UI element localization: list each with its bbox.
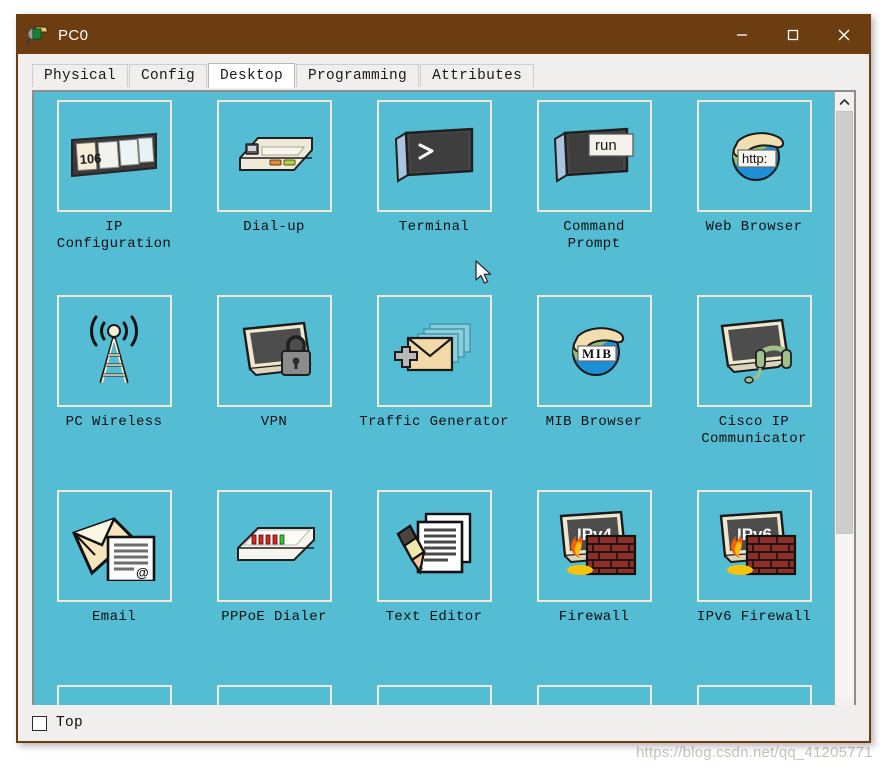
pc0-window: PC0 Physical Config Desktop Programming … bbox=[16, 14, 871, 743]
tab-physical[interactable]: Physical bbox=[32, 64, 129, 87]
chevron-up-icon bbox=[839, 98, 850, 105]
tab-desktop[interactable]: Desktop bbox=[208, 63, 296, 88]
firewall-ipv4-icon[interactable]: IPv4 bbox=[536, 490, 652, 602]
scroll-up-button[interactable] bbox=[835, 92, 854, 111]
desktop-item-label: IPv6 Firewall bbox=[696, 609, 812, 625]
desktop-item-label: Web Browser bbox=[705, 219, 803, 235]
title-bar[interactable]: PC0 bbox=[18, 16, 869, 54]
email-icon[interactable]: @ bbox=[56, 490, 172, 602]
desktop-item-email[interactable]: @ Email bbox=[34, 490, 194, 685]
svg-text:@: @ bbox=[136, 565, 149, 580]
svg-text:http:: http: bbox=[742, 151, 767, 166]
close-icon bbox=[838, 29, 849, 41]
text-editor-icon[interactable] bbox=[376, 490, 492, 602]
desktop-item-ipv6-firewall[interactable]: IPv6 IPv6 Firewall bbox=[674, 490, 834, 685]
minimize-icon bbox=[736, 34, 747, 36]
desktop-item-pc-wireless[interactable]: PC Wireless bbox=[34, 295, 194, 490]
desktop-item-terminal[interactable]: Terminal bbox=[354, 100, 514, 295]
maximize-icon bbox=[787, 29, 798, 41]
top-checkbox[interactable] bbox=[32, 715, 47, 731]
bottom-bar: Top bbox=[18, 705, 869, 741]
desktop-item-label: MIB Browser bbox=[545, 414, 643, 430]
top-checkbox-label: Top bbox=[56, 715, 84, 731]
packet-tracer-device-icon bbox=[26, 24, 50, 46]
terminal-icon[interactable] bbox=[376, 100, 492, 212]
desktop-item-text-editor[interactable]: Text Editor bbox=[354, 490, 514, 685]
watermark: https://blog.csdn.net/qq_41205771 bbox=[636, 744, 873, 761]
desktop-item-pppoe-dialer[interactable]: PPPoE Dialer bbox=[194, 490, 354, 685]
desktop-icon-grid: 106 IP Configuration Dial-up Terminal ru… bbox=[34, 92, 834, 717]
desktop-item-label: PC Wireless bbox=[65, 414, 163, 430]
desktop-icon-surface: 106 IP Configuration Dial-up Terminal ru… bbox=[34, 92, 834, 717]
desktop-item-label: Cisco IP Communicator bbox=[701, 414, 807, 447]
desktop-item-label: Dial-up bbox=[243, 219, 305, 235]
desktop-item-label: Email bbox=[91, 609, 136, 625]
desktop-item-label: Traffic Generator bbox=[359, 414, 509, 430]
desktop-item-web-browser[interactable]: http: Web Browser bbox=[674, 100, 834, 295]
desktop-item-firewall[interactable]: IPv4 Firewall bbox=[514, 490, 674, 685]
minimize-button[interactable] bbox=[716, 16, 767, 54]
desktop-item-label: IP Configuration bbox=[56, 219, 172, 252]
desktop-item-dial-up[interactable]: Dial-up bbox=[194, 100, 354, 295]
desktop-panel: 106 IP Configuration Dial-up Terminal ru… bbox=[32, 90, 856, 719]
firewall-ipv6-icon[interactable]: IPv6 bbox=[696, 490, 812, 602]
pc-wireless-icon[interactable] bbox=[56, 295, 172, 407]
window-title: PC0 bbox=[58, 26, 89, 44]
cisco-ip-communicator-icon[interactable] bbox=[696, 295, 812, 407]
svg-text:106: 106 bbox=[79, 151, 102, 167]
dial-up-modem-icon[interactable] bbox=[216, 100, 332, 212]
desktop-item-mib-browser[interactable]: MIB MIB Browser bbox=[514, 295, 674, 490]
scroll-track[interactable] bbox=[835, 111, 854, 698]
maximize-button[interactable] bbox=[767, 16, 818, 54]
desktop-item-vpn[interactable]: VPN bbox=[194, 295, 354, 490]
vpn-lock-icon[interactable] bbox=[216, 295, 332, 407]
web-browser-icon[interactable]: http: bbox=[696, 100, 812, 212]
scroll-thumb[interactable] bbox=[836, 111, 853, 534]
svg-text:run: run bbox=[595, 137, 617, 154]
svg-text:MIB: MIB bbox=[582, 346, 613, 361]
command-prompt-icon[interactable]: run bbox=[536, 100, 652, 212]
desktop-item-traffic-generator[interactable]: Traffic Generator bbox=[354, 295, 514, 490]
screenshot-root: https://blog.csdn.net/qq_41205771 PC0 Ph… bbox=[0, 0, 887, 773]
desktop-item-command-prompt[interactable]: run Command Prompt bbox=[514, 100, 674, 295]
traffic-generator-icon[interactable] bbox=[376, 295, 492, 407]
window-controls bbox=[716, 16, 869, 54]
desktop-item-label: PPPoE Dialer bbox=[221, 609, 327, 625]
tab-programming[interactable]: Programming bbox=[296, 64, 420, 87]
desktop-item-cisco-ip-communicator[interactable]: Cisco IP Communicator bbox=[674, 295, 834, 490]
desktop-item-label: VPN bbox=[260, 414, 288, 430]
close-button[interactable] bbox=[818, 16, 869, 54]
pppoe-dialer-icon[interactable] bbox=[216, 490, 332, 602]
desktop-item-label: Text Editor bbox=[385, 609, 483, 625]
desktop-item-label: Terminal bbox=[398, 219, 470, 235]
vertical-scrollbar[interactable] bbox=[834, 92, 854, 717]
desktop-item-ip-configuration[interactable]: 106 IP Configuration bbox=[34, 100, 194, 295]
tab-config[interactable]: Config bbox=[129, 64, 208, 87]
tab-strip: Physical Config Desktop Programming Attr… bbox=[18, 63, 869, 88]
mib-browser-icon[interactable]: MIB bbox=[536, 295, 652, 407]
desktop-item-label: Command Prompt bbox=[563, 219, 625, 252]
ip-configuration-icon[interactable]: 106 bbox=[56, 100, 172, 212]
tab-attributes[interactable]: Attributes bbox=[420, 64, 535, 87]
desktop-item-label: Firewall bbox=[558, 609, 630, 625]
